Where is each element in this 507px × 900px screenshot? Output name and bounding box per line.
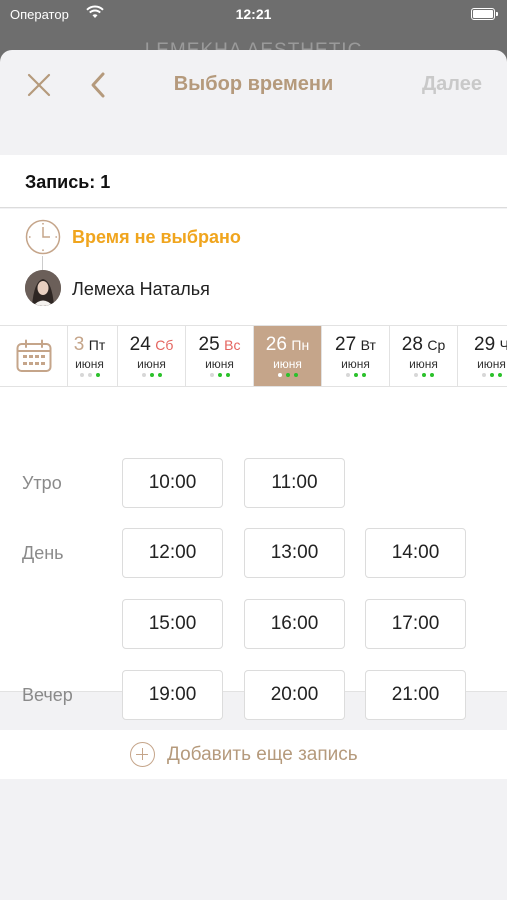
availability-dots bbox=[186, 373, 253, 379]
time-slot[interactable]: 20:00 bbox=[244, 670, 345, 720]
availability-dot-available bbox=[497, 373, 502, 377]
navigation-bar: Выбор времени Далее bbox=[0, 50, 507, 120]
time-slot[interactable]: 15:00 bbox=[122, 599, 223, 649]
date-item-header: 26 Пн bbox=[254, 334, 321, 356]
plus-circle-icon bbox=[130, 742, 155, 767]
period-label-day: День bbox=[22, 543, 64, 563]
availability-dot-available bbox=[157, 373, 162, 377]
master-avatar bbox=[25, 270, 61, 306]
calendar-button[interactable] bbox=[0, 326, 68, 386]
date-number: 24 bbox=[129, 334, 151, 355]
time-slot[interactable]: 10:00 bbox=[122, 458, 223, 508]
time-slot[interactable]: 14:00 bbox=[365, 528, 466, 578]
clock-time: 12:21 bbox=[235, 6, 272, 22]
date-number: 3 bbox=[73, 334, 85, 355]
time-slot[interactable]: 19:00 bbox=[122, 670, 223, 720]
date-item-header: 27 Вт bbox=[322, 334, 389, 356]
availability-dots bbox=[458, 373, 507, 379]
date-number: 27 bbox=[335, 334, 357, 355]
date-item[interactable]: 28 Ср июня bbox=[390, 326, 458, 386]
time-status: Время не выбрано bbox=[72, 227, 241, 247]
availability-dot-unavailable bbox=[141, 373, 146, 377]
availability-dot-available bbox=[293, 373, 298, 377]
availability-dot-unavailable bbox=[79, 373, 84, 377]
date-item[interactable]: 27 Вт июня bbox=[322, 326, 390, 386]
time-slot[interactable]: 16:00 bbox=[244, 599, 345, 649]
period-label-morning: Утро bbox=[22, 473, 62, 493]
availability-dot-available bbox=[217, 373, 222, 377]
add-record-label: Добавить еще запись bbox=[167, 744, 358, 765]
period-label-evening: Вечер bbox=[22, 685, 73, 705]
add-record-button[interactable]: Добавить еще запись bbox=[0, 730, 507, 779]
status-bar: Оператор 12:21 bbox=[0, 0, 507, 30]
record-label: Запись: 1 bbox=[25, 172, 111, 192]
availability-dot-unavailable bbox=[413, 373, 418, 377]
availability-dot-available bbox=[353, 373, 358, 377]
availability-dot-unavailable bbox=[87, 373, 92, 377]
availability-dot-available bbox=[429, 373, 434, 377]
time-slot[interactable]: 11:00 bbox=[244, 458, 345, 508]
date-weekday: Пт bbox=[88, 337, 106, 353]
availability-dot-unavailable bbox=[481, 373, 486, 377]
date-month: июня bbox=[477, 357, 506, 371]
date-number: 26 bbox=[265, 334, 287, 355]
availability-dot-unavailable bbox=[345, 373, 350, 377]
availability-dots bbox=[118, 373, 185, 379]
time-slot[interactable]: 12:00 bbox=[122, 528, 223, 578]
date-month: июня bbox=[273, 357, 302, 371]
date-weekday: Вт bbox=[360, 337, 376, 353]
date-weekday: Вс bbox=[224, 337, 241, 353]
date-item-header: 28 Ср bbox=[390, 334, 457, 356]
master-name: Лемеха Наталья bbox=[72, 279, 210, 299]
date-item[interactable]: 26 Пн июня bbox=[254, 326, 322, 386]
date-month: июня bbox=[137, 357, 166, 371]
date-weekday: Сб bbox=[155, 337, 174, 353]
date-item-header: 25 Вс bbox=[186, 334, 253, 356]
date-number: 28 bbox=[401, 334, 423, 355]
availability-dot-unavailable bbox=[277, 373, 282, 377]
time-slot[interactable]: 13:00 bbox=[244, 528, 345, 578]
clock-icon bbox=[25, 219, 61, 255]
availability-dots bbox=[254, 373, 321, 379]
availability-dot-available bbox=[95, 373, 100, 377]
record-info: Время не выбрано Лемеха Наталья bbox=[0, 209, 507, 325]
date-item[interactable]: 25 Вс июня bbox=[186, 326, 254, 386]
date-item-header: 24 Сб bbox=[118, 334, 185, 356]
availability-dot-unavailable bbox=[209, 373, 214, 377]
battery-icon bbox=[471, 8, 498, 20]
availability-dots bbox=[322, 373, 389, 379]
date-number: 29 bbox=[474, 334, 496, 355]
date-month: июня bbox=[409, 357, 438, 371]
date-weekday: Пн bbox=[291, 337, 310, 353]
calendar-icon bbox=[16, 339, 52, 372]
record-header: Запись: 1 bbox=[0, 155, 507, 208]
availability-dot-available bbox=[361, 373, 366, 377]
time-slot[interactable]: 21:00 bbox=[365, 670, 466, 720]
date-item[interactable]: 29 Чиюня bbox=[458, 326, 507, 386]
availability-dot-available bbox=[489, 373, 494, 377]
time-slot[interactable]: 17:00 bbox=[365, 599, 466, 649]
time-slots: Утро День Вечер 10:00 11:00 12:00 13:00 … bbox=[0, 387, 507, 720]
availability-dot-available bbox=[149, 373, 154, 377]
availability-dots bbox=[390, 373, 457, 379]
availability-dot-available bbox=[225, 373, 230, 377]
date-item[interactable]: 24 Сб июня bbox=[118, 326, 186, 386]
date-weekday: Ч bbox=[500, 337, 507, 353]
next-button[interactable]: Далее bbox=[422, 73, 482, 96]
time-selection-sheet: Выбор времени Далее Запись: 1 Время не в… bbox=[0, 50, 507, 900]
availability-dot-available bbox=[421, 373, 426, 377]
date-month: июня bbox=[205, 357, 234, 371]
date-picker-strip: 3 Пт июня 24 Сб июня 25 Вс июня 26 Пн июня 27 Вт… bbox=[0, 325, 507, 387]
date-weekday: Ср bbox=[427, 337, 446, 353]
date-item-header: 29 Ч bbox=[458, 334, 507, 356]
availability-dot-available bbox=[285, 373, 290, 377]
date-month: июня bbox=[341, 357, 370, 371]
date-number: 25 bbox=[198, 334, 220, 355]
